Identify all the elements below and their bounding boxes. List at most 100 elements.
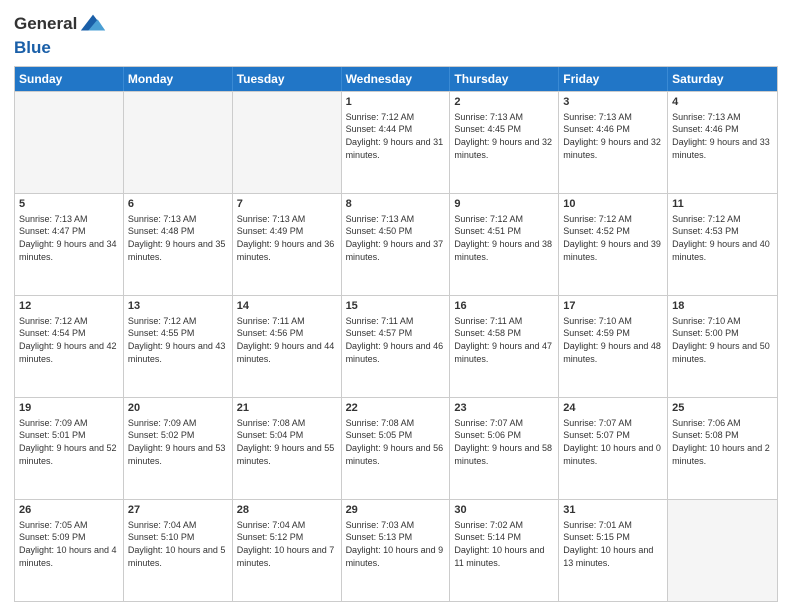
cell-info: Sunrise: 7:12 AM Sunset: 4:44 PM Dayligh… (346, 111, 446, 161)
calendar-cell: 20Sunrise: 7:09 AM Sunset: 5:02 PM Dayli… (124, 398, 233, 499)
day-number: 4 (672, 95, 773, 110)
day-number: 27 (128, 503, 228, 518)
calendar-cell: 10Sunrise: 7:12 AM Sunset: 4:52 PM Dayli… (559, 194, 668, 295)
day-number: 9 (454, 197, 554, 212)
day-number: 24 (563, 401, 663, 416)
calendar-cell: 23Sunrise: 7:07 AM Sunset: 5:06 PM Dayli… (450, 398, 559, 499)
cell-info: Sunrise: 7:02 AM Sunset: 5:14 PM Dayligh… (454, 519, 554, 569)
calendar-cell (15, 92, 124, 193)
cell-info: Sunrise: 7:08 AM Sunset: 5:05 PM Dayligh… (346, 417, 446, 467)
weekday-header: Thursday (450, 67, 559, 91)
day-number: 19 (19, 401, 119, 416)
calendar-cell: 9Sunrise: 7:12 AM Sunset: 4:51 PM Daylig… (450, 194, 559, 295)
calendar-cell (233, 92, 342, 193)
weekday-header: Friday (559, 67, 668, 91)
cell-info: Sunrise: 7:13 AM Sunset: 4:45 PM Dayligh… (454, 111, 554, 161)
calendar-cell: 15Sunrise: 7:11 AM Sunset: 4:57 PM Dayli… (342, 296, 451, 397)
calendar-header: SundayMondayTuesdayWednesdayThursdayFrid… (15, 67, 777, 91)
day-number: 2 (454, 95, 554, 110)
day-number: 12 (19, 299, 119, 314)
calendar-cell: 7Sunrise: 7:13 AM Sunset: 4:49 PM Daylig… (233, 194, 342, 295)
calendar-cell: 25Sunrise: 7:06 AM Sunset: 5:08 PM Dayli… (668, 398, 777, 499)
calendar-cell: 5Sunrise: 7:13 AM Sunset: 4:47 PM Daylig… (15, 194, 124, 295)
cell-info: Sunrise: 7:12 AM Sunset: 4:51 PM Dayligh… (454, 213, 554, 263)
cell-info: Sunrise: 7:04 AM Sunset: 5:10 PM Dayligh… (128, 519, 228, 569)
day-number: 16 (454, 299, 554, 314)
cell-info: Sunrise: 7:04 AM Sunset: 5:12 PM Dayligh… (237, 519, 337, 569)
calendar-cell: 16Sunrise: 7:11 AM Sunset: 4:58 PM Dayli… (450, 296, 559, 397)
calendar-cell: 13Sunrise: 7:12 AM Sunset: 4:55 PM Dayli… (124, 296, 233, 397)
calendar-cell: 8Sunrise: 7:13 AM Sunset: 4:50 PM Daylig… (342, 194, 451, 295)
weekday-header: Monday (124, 67, 233, 91)
calendar-cell: 29Sunrise: 7:03 AM Sunset: 5:13 PM Dayli… (342, 500, 451, 601)
calendar-row: 1Sunrise: 7:12 AM Sunset: 4:44 PM Daylig… (15, 91, 777, 193)
cell-info: Sunrise: 7:07 AM Sunset: 5:07 PM Dayligh… (563, 417, 663, 467)
day-number: 1 (346, 95, 446, 110)
header: General Blue (14, 10, 778, 58)
day-number: 14 (237, 299, 337, 314)
calendar-cell (124, 92, 233, 193)
day-number: 18 (672, 299, 773, 314)
day-number: 31 (563, 503, 663, 518)
calendar-cell: 24Sunrise: 7:07 AM Sunset: 5:07 PM Dayli… (559, 398, 668, 499)
day-number: 13 (128, 299, 228, 314)
cell-info: Sunrise: 7:11 AM Sunset: 4:58 PM Dayligh… (454, 315, 554, 365)
calendar-row: 5Sunrise: 7:13 AM Sunset: 4:47 PM Daylig… (15, 193, 777, 295)
day-number: 21 (237, 401, 337, 416)
calendar-cell: 19Sunrise: 7:09 AM Sunset: 5:01 PM Dayli… (15, 398, 124, 499)
calendar-cell: 18Sunrise: 7:10 AM Sunset: 5:00 PM Dayli… (668, 296, 777, 397)
cell-info: Sunrise: 7:13 AM Sunset: 4:48 PM Dayligh… (128, 213, 228, 263)
cell-info: Sunrise: 7:13 AM Sunset: 4:46 PM Dayligh… (672, 111, 773, 161)
calendar-cell: 30Sunrise: 7:02 AM Sunset: 5:14 PM Dayli… (450, 500, 559, 601)
calendar-cell: 2Sunrise: 7:13 AM Sunset: 4:45 PM Daylig… (450, 92, 559, 193)
cell-info: Sunrise: 7:13 AM Sunset: 4:50 PM Dayligh… (346, 213, 446, 263)
calendar-cell: 17Sunrise: 7:10 AM Sunset: 4:59 PM Dayli… (559, 296, 668, 397)
calendar-cell (668, 500, 777, 601)
calendar-page: General Blue SundayMondayTuesdayWednesda… (0, 0, 792, 612)
calendar-cell: 4Sunrise: 7:13 AM Sunset: 4:46 PM Daylig… (668, 92, 777, 193)
day-number: 25 (672, 401, 773, 416)
day-number: 23 (454, 401, 554, 416)
calendar-cell: 1Sunrise: 7:12 AM Sunset: 4:44 PM Daylig… (342, 92, 451, 193)
calendar-cell: 14Sunrise: 7:11 AM Sunset: 4:56 PM Dayli… (233, 296, 342, 397)
cell-info: Sunrise: 7:10 AM Sunset: 4:59 PM Dayligh… (563, 315, 663, 365)
weekday-header: Wednesday (342, 67, 451, 91)
cell-info: Sunrise: 7:09 AM Sunset: 5:01 PM Dayligh… (19, 417, 119, 467)
day-number: 10 (563, 197, 663, 212)
calendar-cell: 21Sunrise: 7:08 AM Sunset: 5:04 PM Dayli… (233, 398, 342, 499)
logo: General Blue (14, 10, 107, 58)
day-number: 29 (346, 503, 446, 518)
day-number: 28 (237, 503, 337, 518)
day-number: 5 (19, 197, 119, 212)
logo-icon (79, 10, 107, 38)
calendar-cell: 22Sunrise: 7:08 AM Sunset: 5:05 PM Dayli… (342, 398, 451, 499)
logo-blue: Blue (14, 38, 51, 57)
cell-info: Sunrise: 7:12 AM Sunset: 4:55 PM Dayligh… (128, 315, 228, 365)
cell-info: Sunrise: 7:13 AM Sunset: 4:47 PM Dayligh… (19, 213, 119, 263)
cell-info: Sunrise: 7:07 AM Sunset: 5:06 PM Dayligh… (454, 417, 554, 467)
logo-general: General (14, 14, 77, 34)
day-number: 6 (128, 197, 228, 212)
calendar-cell: 26Sunrise: 7:05 AM Sunset: 5:09 PM Dayli… (15, 500, 124, 601)
day-number: 8 (346, 197, 446, 212)
calendar-row: 12Sunrise: 7:12 AM Sunset: 4:54 PM Dayli… (15, 295, 777, 397)
day-number: 15 (346, 299, 446, 314)
calendar-cell: 31Sunrise: 7:01 AM Sunset: 5:15 PM Dayli… (559, 500, 668, 601)
weekday-header: Tuesday (233, 67, 342, 91)
cell-info: Sunrise: 7:11 AM Sunset: 4:56 PM Dayligh… (237, 315, 337, 365)
cell-info: Sunrise: 7:13 AM Sunset: 4:46 PM Dayligh… (563, 111, 663, 161)
cell-info: Sunrise: 7:08 AM Sunset: 5:04 PM Dayligh… (237, 417, 337, 467)
calendar: SundayMondayTuesdayWednesdayThursdayFrid… (14, 66, 778, 602)
cell-info: Sunrise: 7:12 AM Sunset: 4:53 PM Dayligh… (672, 213, 773, 263)
day-number: 3 (563, 95, 663, 110)
day-number: 11 (672, 197, 773, 212)
cell-info: Sunrise: 7:03 AM Sunset: 5:13 PM Dayligh… (346, 519, 446, 569)
day-number: 20 (128, 401, 228, 416)
calendar-cell: 6Sunrise: 7:13 AM Sunset: 4:48 PM Daylig… (124, 194, 233, 295)
day-number: 30 (454, 503, 554, 518)
calendar-row: 19Sunrise: 7:09 AM Sunset: 5:01 PM Dayli… (15, 397, 777, 499)
cell-info: Sunrise: 7:13 AM Sunset: 4:49 PM Dayligh… (237, 213, 337, 263)
weekday-header: Sunday (15, 67, 124, 91)
calendar-cell: 12Sunrise: 7:12 AM Sunset: 4:54 PM Dayli… (15, 296, 124, 397)
calendar-cell: 28Sunrise: 7:04 AM Sunset: 5:12 PM Dayli… (233, 500, 342, 601)
